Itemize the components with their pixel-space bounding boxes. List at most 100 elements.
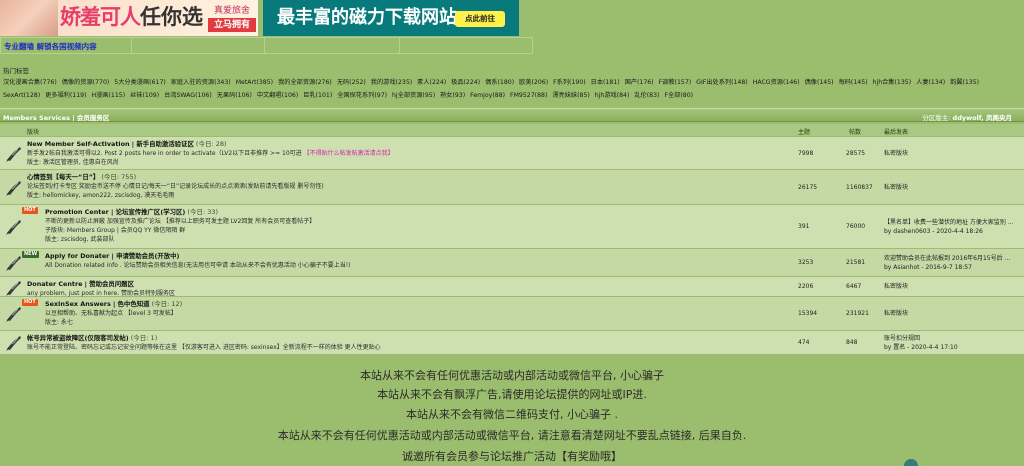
hot-tag[interactable]: 每码(145) [839,79,868,86]
hot-tag[interactable]: GIF出处系列(148) [696,79,748,86]
forum-row[interactable]: New Member Self-Activation | 新手自助激活验证区 (… [0,137,1024,170]
forum-last-post[interactable]: 欢迎赞助会员在此帖报到 2016年6月15号后 ... by Asianhot -… [884,255,1019,272]
hot-tag[interactable]: 中文翻唱(106) [257,92,298,99]
ad-button[interactable]: 立马拥有 [208,18,256,32]
forum-quill-icon [5,305,23,323]
forum-row[interactable]: HOT SexInSex Answers | 色中色知道 (今日: 12) 以豆相帮… [0,297,1024,331]
forum-posts: 848 [846,339,858,346]
hot-tag[interactable]: 偶像(145) [805,79,834,86]
last-post-title[interactable]: 私密版块 [884,184,1019,193]
hot-tags-list: 汉化漫画合集(776) 偶像的资源(770) 5大分类漫画(617) 家庭入驻的… [3,79,982,99]
forum-info: 心情签到【每天一“日”】 (今日: 755) 论坛签到/打卡专区 奖励金币送不停 … [27,173,767,200]
forum-name[interactable]: Apply for Donater | 申请赞助会员(开放中) [45,252,179,260]
forum-row[interactable]: NEW Apply for Donater | 申请赞助会员(开放中) All Do… [0,249,1024,277]
forum-topics: 15394 [798,310,818,317]
hot-tag[interactable]: 人妻(134) [916,79,945,86]
forum-row[interactable]: 帐号异常被盗故障区(仅限客司发帖) (今日: 1) 账号不能正常登陆、密码忘记或忘… [0,331,1024,355]
hot-tag[interactable]: 无码(252) [337,79,366,86]
hot-tag[interactable]: F调教(157) [659,79,692,86]
last-post-title[interactable]: 【黑名单】收费一些潜伏的地址 方便大家监别 ... [884,219,1019,228]
hot-tag[interactable]: 乱伦(83) [634,92,659,99]
hot-tag[interactable]: 漂亮妹妹(85) [552,92,589,99]
hot-tag[interactable]: 我的全部资源(276) [278,79,332,86]
last-post-title[interactable]: 私密版块 [884,310,1019,319]
section-header: Members Services | 会员服务区 分区版主: ddywolf, … [0,108,1024,122]
forum-name[interactable]: New Member Self-Activation | 新手自助激活验证区 [27,140,194,148]
ad-banner-right[interactable]: 最丰富的磁力下载网站 点此前往 [263,0,519,36]
hot-tag[interactable]: hjh游戏(84) [595,92,630,99]
hot-tag[interactable]: MetArt(385) [236,79,273,86]
forum-name[interactable]: 帐号异常被盗故障区(仅限客司发帖) [27,334,129,342]
moderator-prefix: 分区版主: [922,114,953,122]
hot-tag[interactable]: hjh合集(135) [873,79,912,86]
hot-tag[interactable]: 韵翼(135) [950,79,979,86]
forum-posts: 76000 [846,223,866,230]
forum-info: SexInSex Answers | 色中色知道 (今日: 12) 以豆相帮助、无… [45,300,785,327]
hot-tag[interactable]: 我的游戏(235) [371,79,412,86]
hot-tag[interactable]: 家庭入驻的资源(343) [171,79,231,86]
forum-last-post[interactable]: 私密版块 [884,150,1019,159]
hot-tag[interactable]: 巨乳(101) [303,92,332,99]
last-post-title[interactable]: 账号扣分规回 [884,335,1019,344]
hot-tag[interactable]: 台湾SWAG(106) [164,92,212,99]
hot-tag[interactable]: 偶像的资源(770) [62,79,110,86]
forum-desc-text: 新手发2帖自我激活可得以2. Post 2 posts here in orde… [27,150,302,157]
forum-row[interactable]: Donater Centre | 赞助会员问题区 any problem, jus… [0,277,1024,297]
forum-last-post[interactable]: 私密版块 [884,283,1019,292]
hot-tag[interactable]: 欧美(206) [519,79,548,86]
new-badge: NEW [22,251,40,258]
hot-tag[interactable]: 5大分类漫画(617) [114,79,166,86]
hot-tag[interactable]: F全部(80) [664,92,693,99]
hot-tag[interactable]: 素人(224) [417,79,446,86]
last-post-title[interactable]: 欢迎赞助会员在此帖报到 2016年6月15号后 ... [884,255,1019,264]
forum-desc-text: 不断的更新以防止屏蔽 加强宣传及推广论坛 【推荐以上职务可发主题 LV2回复 所… [45,218,316,225]
forum-last-post[interactable]: 私密版块 [884,310,1019,319]
forum-name[interactable]: Donater Centre | 赞助会员问题区 [27,280,134,288]
hot-tag[interactable]: 无果码(106) [217,92,252,99]
notice-line: 诚邀所有会员参与论坛推广活动【有奖励哦】 [402,450,622,463]
moderator-names[interactable]: ddywolf, 凤阁央月 [953,114,1012,122]
vpn-link[interactable]: 专业翻墙 解锁各国视频内容 [4,41,97,52]
section-title[interactable]: Members Services | 会员服务区 [3,112,109,122]
hot-tag[interactable]: 全国探花系列(97) [337,92,387,99]
notice-line: 本站从来不会有任何优惠活动或内部活动或微信平台, 请注意看清楚网址不要乱点链接,… [277,429,747,442]
forum-description: 论坛签到/打卡专区 奖励金币送不停 心情日记/每天一“日”记录论坛成长的点点滴滴… [27,182,767,191]
last-post-meta: by dashen0603 - 2020-4-4 18:26 [884,227,983,235]
hot-tag[interactable]: 汉化漫画合集(776) [3,79,57,86]
forum-name[interactable]: Promotion Center | 论坛宣传推广区(学习区) [45,208,185,216]
hot-tag[interactable]: SexArt(128) [3,92,40,99]
col-posts: 帖数 [849,129,862,136]
col-last: 最后发表 [884,129,909,136]
floating-button[interactable] [904,459,918,466]
ad-banner-left[interactable]: 娇羞可人 任你选 真爱旅舍 立马拥有 [0,0,258,36]
hot-tag[interactable]: HACG资源(146) [753,79,800,86]
forum-posts: 231921 [846,310,869,317]
forum-row[interactable]: 心情签到【每天一“日”】 (今日: 755) 论坛签到/打卡专区 奖励金币送不停 … [0,170,1024,205]
hot-tag[interactable]: 丝袜(109) [130,92,159,99]
ad2-button[interactable]: 点此前往 [455,11,505,27]
hot-tag[interactable]: H漫画(115) [91,92,125,99]
hot-tag[interactable]: 熟女(93) [440,92,465,99]
forum-name[interactable]: 心情签到【每天一“日”】 [27,173,99,181]
hot-tag[interactable]: 日本(181) [591,79,620,86]
hot-tag[interactable]: 国产(176) [625,79,654,86]
forum-last-post[interactable]: 私密版块 [884,184,1019,193]
hot-tag[interactable]: hj全部资源(95) [392,92,435,99]
forum-name[interactable]: SexInSex Answers | 色中色知道 [45,300,150,308]
hot-tag[interactable]: 更多福利(119) [45,92,86,99]
hot-tag[interactable]: Femjoy(88) [470,92,505,99]
last-post-title[interactable]: 私密版块 [884,150,1019,159]
forum-desc-text: 以豆相帮助、无私喜献为起点 【level 3 可发帖】 [45,310,177,317]
forum-desc-link[interactable]: 【不得贴什么帖发帖激活请点我】 [304,150,394,157]
forum-desc-text: All Donation related info . 论坛赞助会员相关信息(无… [45,262,351,269]
forum-last-post[interactable]: 【黑名单】收费一些潜伏的地址 方便大家监别 ... by dashen0603 -… [884,219,1019,236]
last-post-title[interactable]: 私密版块 [884,283,1019,292]
hot-tag[interactable]: FM9527(88) [510,92,547,99]
hot-tag[interactable]: 极品(224) [451,79,480,86]
forum-last-post[interactable]: 账号扣分规回 by 置名 - 2020-4-4 17:10 [884,335,1019,352]
hot-tag[interactable]: 偶系(180) [485,79,514,86]
hot-tag[interactable]: F系列(190) [553,79,586,86]
forum-row[interactable]: HOT Promotion Center | 论坛宣传推广区(学习区) (今日: … [0,205,1024,249]
forum-topics: 474 [798,339,810,346]
forum-topics: 7998 [798,149,814,157]
